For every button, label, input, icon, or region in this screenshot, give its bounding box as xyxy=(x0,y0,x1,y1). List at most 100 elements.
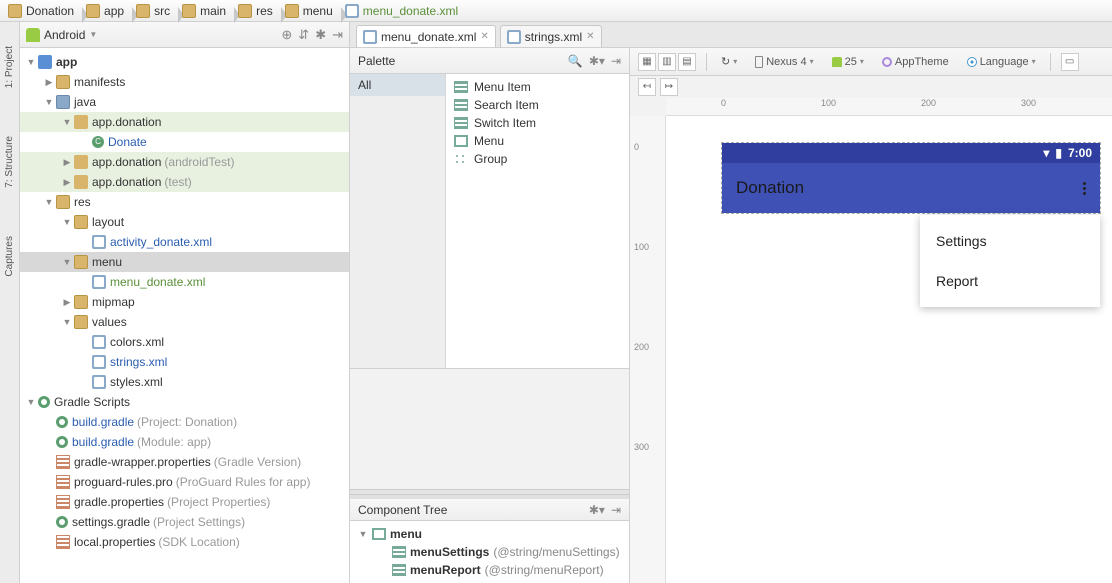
tree-node[interactable]: local.properties (SDK Location) xyxy=(20,532,349,552)
palette-item[interactable]: Menu xyxy=(450,132,625,150)
collapse-icon[interactable]: ⊕ xyxy=(281,27,292,43)
palette-item[interactable]: Switch Item xyxy=(450,114,625,132)
tree-label: local.properties xyxy=(74,535,155,549)
pkg-icon xyxy=(74,175,88,189)
tree-node[interactable]: gradle.properties (Project Properties) xyxy=(20,492,349,512)
pkg-icon xyxy=(74,155,88,169)
palette-item[interactable]: Search Item xyxy=(450,96,625,114)
palette-item[interactable]: Group xyxy=(450,150,625,168)
menu-item[interactable]: Report xyxy=(920,261,1100,301)
expand-icon[interactable]: ▶ xyxy=(44,77,54,88)
search-icon[interactable]: 🔍 xyxy=(568,54,583,68)
hide-icon[interactable]: ⇥ xyxy=(611,503,621,517)
palette-category-all[interactable]: All xyxy=(350,74,445,96)
tree-node[interactable]: ▼values xyxy=(20,312,349,332)
close-icon[interactable]: ✕ xyxy=(480,31,488,42)
expand-icon[interactable]: ▶ xyxy=(62,297,72,308)
device-dropdown[interactable]: Nexus 4▾ xyxy=(751,56,817,68)
tree-node[interactable]: ▼layout xyxy=(20,212,349,232)
rail-project[interactable]: 1: Project xyxy=(2,42,17,92)
component-tree[interactable]: ▼menumenuSettings (@string/menuSettings)… xyxy=(350,521,629,583)
component-node[interactable]: menuReport (@string/menuReport) xyxy=(354,561,625,579)
hide-icon[interactable]: ⇥ xyxy=(611,54,621,68)
editor-tab[interactable]: strings.xml✕ xyxy=(500,25,602,47)
gear-icon[interactable]: ✱▾ xyxy=(589,54,605,68)
device-preview[interactable]: ▾ ▮ 7:00 Donation SettingsReport xyxy=(721,142,1101,214)
tree-node[interactable]: settings.gradle (Project Settings) xyxy=(20,512,349,532)
overflow-menu[interactable]: SettingsReport xyxy=(920,215,1100,307)
component-node[interactable]: menuSettings (@string/menuSettings) xyxy=(354,543,625,561)
tree-node[interactable]: CDonate xyxy=(20,132,349,152)
editor-tabs[interactable]: menu_donate.xml✕strings.xml✕ xyxy=(350,22,1112,48)
rail-structure[interactable]: 7: Structure xyxy=(2,132,17,192)
expand-icon[interactable]: ▼ xyxy=(44,197,54,207)
project-tree[interactable]: ▼app▶manifests▼java▼app.donationCDonate▶… xyxy=(20,48,349,583)
api-dropdown[interactable]: 25▾ xyxy=(828,56,868,68)
layout-variant-icon[interactable]: ▭ xyxy=(1061,53,1079,71)
tree-node[interactable]: activity_donate.xml xyxy=(20,232,349,252)
breadcrumb-item[interactable]: src xyxy=(132,4,178,18)
menu-item[interactable]: Settings xyxy=(920,221,1100,261)
view-design-icon[interactable]: ▦ xyxy=(638,53,656,71)
tree-node[interactable]: ▶manifests xyxy=(20,72,349,92)
project-view-label[interactable]: Android xyxy=(44,28,85,42)
editor-tab[interactable]: menu_donate.xml✕ xyxy=(356,25,496,47)
tree-node[interactable]: proguard-rules.pro (ProGuard Rules for a… xyxy=(20,472,349,492)
rail-captures[interactable]: Captures xyxy=(2,232,17,281)
tree-node[interactable]: ▼app xyxy=(20,52,349,72)
tree-node[interactable]: ▼res xyxy=(20,192,349,212)
tree-node[interactable]: ▼Gradle Scripts xyxy=(20,392,349,412)
breadcrumb-item[interactable]: Donation xyxy=(4,4,82,18)
pan-right-icon[interactable]: ↦ xyxy=(660,78,678,96)
tree-node[interactable]: ▼java xyxy=(20,92,349,112)
tree-node[interactable]: ▶app.donation (androidTest) xyxy=(20,152,349,172)
target-icon[interactable]: ⇵ xyxy=(298,27,309,43)
xml-icon xyxy=(92,355,106,369)
expand-icon[interactable]: ▼ xyxy=(62,317,72,327)
component-node[interactable]: ▼menu xyxy=(354,525,625,543)
gradle-icon xyxy=(56,416,68,428)
expand-icon[interactable]: ▼ xyxy=(44,97,54,107)
expand-icon[interactable]: ▼ xyxy=(62,217,72,227)
palette-item[interactable]: Menu Item xyxy=(450,78,625,96)
expand-icon[interactable]: ▼ xyxy=(26,57,36,67)
breadcrumb-item[interactable]: menu xyxy=(281,4,341,18)
expand-icon[interactable]: ▼ xyxy=(26,397,36,407)
tree-node[interactable]: ▶app.donation (test) xyxy=(20,172,349,192)
pan-left-icon[interactable]: ↤ xyxy=(638,78,656,96)
app-title: Donation xyxy=(736,178,804,198)
gradle-icon xyxy=(56,436,68,448)
orientation-dropdown[interactable]: ↻▾ xyxy=(717,55,741,68)
tree-node[interactable]: ▼menu xyxy=(20,252,349,272)
expand-icon[interactable]: ▶ xyxy=(62,177,72,188)
tree-node[interactable]: styles.xml xyxy=(20,372,349,392)
expand-icon[interactable]: ▼ xyxy=(62,257,72,267)
gear-icon[interactable]: ✱▾ xyxy=(589,503,605,517)
folder-icon xyxy=(74,315,88,329)
tree-node[interactable]: ▶mipmap xyxy=(20,292,349,312)
breadcrumb[interactable]: Donationappsrcmainresmenumenu_donate.xml xyxy=(0,0,1112,22)
tree-node[interactable]: build.gradle (Project: Donation) xyxy=(20,412,349,432)
overflow-icon[interactable] xyxy=(1083,182,1086,195)
gear-icon[interactable]: ✱ xyxy=(315,27,326,43)
breadcrumb-item[interactable]: menu_donate.xml xyxy=(341,4,466,18)
breadcrumb-item[interactable]: app xyxy=(82,4,132,18)
expand-icon[interactable]: ▶ xyxy=(62,157,72,168)
hide-icon[interactable]: ⇥ xyxy=(332,27,343,43)
palette-item-icon xyxy=(454,99,468,111)
tree-node[interactable]: build.gradle (Module: app) xyxy=(20,432,349,452)
theme-dropdown[interactable]: AppTheme xyxy=(878,56,953,68)
palette-item-icon xyxy=(454,153,468,165)
language-dropdown[interactable]: Language▾ xyxy=(963,56,1040,68)
tree-node[interactable]: colors.xml xyxy=(20,332,349,352)
tree-node[interactable]: strings.xml xyxy=(20,352,349,372)
tree-node[interactable]: gradle-wrapper.properties (Gradle Versio… xyxy=(20,452,349,472)
view-both-icon[interactable]: ▤ xyxy=(678,53,696,71)
expand-icon[interactable]: ▼ xyxy=(62,117,72,127)
tree-node[interactable]: menu_donate.xml xyxy=(20,272,349,292)
close-icon[interactable]: ✕ xyxy=(586,31,594,42)
tree-node[interactable]: ▼app.donation xyxy=(20,112,349,132)
breadcrumb-item[interactable]: main xyxy=(178,4,234,18)
breadcrumb-item[interactable]: res xyxy=(234,4,281,18)
view-blueprint-icon[interactable]: ▥ xyxy=(658,53,676,71)
